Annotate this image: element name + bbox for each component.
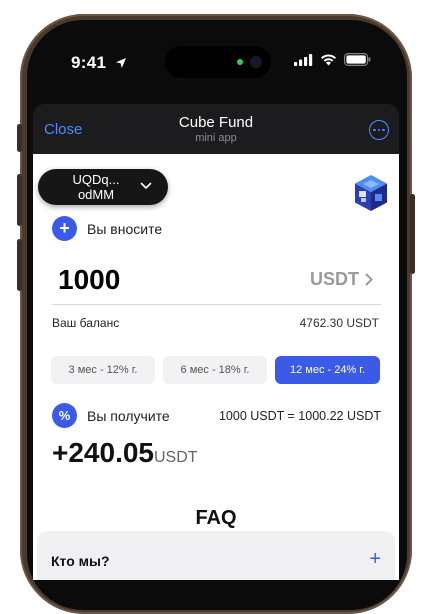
front-camera <box>250 56 262 68</box>
faq-question: Кто мы? <box>51 553 110 569</box>
cellular-signal-icon <box>294 53 313 66</box>
receive-row: % Вы получите <box>52 403 170 428</box>
plus-icon: + <box>52 216 77 241</box>
currency-label: USDT <box>310 269 359 289</box>
exchange-rate: 1000 USDT = 1000.22 USDT <box>218 409 381 423</box>
mini-app-sheet: Close Cube Fund mini app UQDq... odMM + … <box>33 104 399 580</box>
wallet-address-line2: odMM <box>77 187 115 202</box>
period-tab-6m[interactable]: 6 мес - 18% г. <box>163 356 267 384</box>
dynamic-island <box>165 46 271 78</box>
power-button <box>410 194 415 274</box>
currency-selector[interactable]: USDT <box>310 269 373 290</box>
battery-icon <box>344 53 371 66</box>
expand-plus-icon: + <box>369 548 381 570</box>
more-dot <box>377 128 381 132</box>
location-arrow-icon <box>116 58 127 68</box>
percent-icon: % <box>52 403 77 428</box>
wallet-address-line1: UQDq... <box>72 172 120 187</box>
faq-title: FAQ <box>195 507 237 529</box>
receive-label: Вы получите <box>87 407 170 424</box>
cube-fund-logo-icon <box>355 175 387 211</box>
deposit-row: + Вы вносите <box>52 216 162 241</box>
sheet-header: Close Cube Fund mini app <box>33 104 399 154</box>
more-dot <box>373 128 376 132</box>
balance-label: Ваш баланс <box>52 316 120 330</box>
wallet-selector[interactable]: UQDq... odMM <box>38 169 168 205</box>
status-icons <box>294 53 371 66</box>
more-dot <box>382 128 385 132</box>
privacy-indicator-dot <box>237 59 243 65</box>
profit-amount: +240.05 <box>52 437 154 468</box>
status-time: 9:41 <box>71 53 127 73</box>
app-title: Cube Fund <box>178 114 254 131</box>
period-tab-12m[interactable]: 12 мес - 24% г. <box>275 356 380 384</box>
volume-up-button <box>17 174 22 226</box>
app-subtitle: mini app <box>195 132 237 144</box>
amount-divider <box>52 304 381 305</box>
volume-down-button <box>17 239 22 291</box>
deposit-label: Вы вносите <box>87 220 163 237</box>
wifi-icon <box>321 53 336 65</box>
action-button <box>17 124 22 152</box>
profit-result: +240.05USDT <box>52 437 198 469</box>
amount-input[interactable]: 1000 <box>58 264 120 296</box>
profit-currency: USDT <box>154 449 198 466</box>
faq-item[interactable]: Кто мы? + <box>37 531 395 580</box>
chevron-right-icon <box>365 273 373 286</box>
status-time-text: 9:41 <box>71 53 107 72</box>
wallet-address: UQDq... odMM <box>56 172 136 202</box>
chevron-down-icon <box>140 182 152 189</box>
period-tab-3m[interactable]: 3 мес - 12% г. <box>51 356 155 384</box>
status-bar: 9:41 <box>27 20 407 100</box>
balance-value: 4762.30 USDT <box>299 316 379 330</box>
period-tabs: 3 мес - 12% г. 6 мес - 18% г. 12 мес - 2… <box>51 356 380 384</box>
app-content: UQDq... odMM + Вы вносите 1000 USDT Ваш … <box>33 154 399 580</box>
more-options-button[interactable] <box>369 120 389 140</box>
